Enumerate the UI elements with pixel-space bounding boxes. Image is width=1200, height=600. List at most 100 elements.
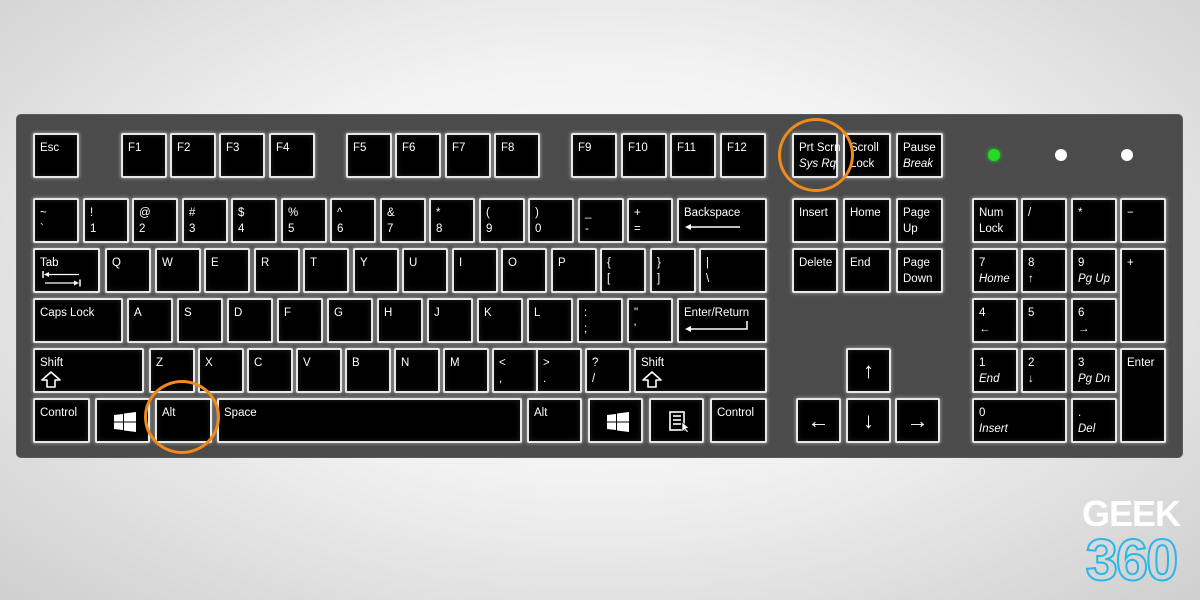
key-num-lock[interactable]: Num Lock	[972, 198, 1018, 243]
key-f1[interactable]: F1	[121, 133, 167, 178]
key-g[interactable]: G	[327, 298, 373, 343]
key-a[interactable]: A	[127, 298, 173, 343]
key-u[interactable]: U	[402, 248, 448, 293]
key-shift-right[interactable]: Shift	[634, 348, 767, 393]
key-f12[interactable]: F12	[720, 133, 766, 178]
key-scroll-lock[interactable]: Scroll Lock	[843, 133, 891, 178]
key-f3[interactable]: F3	[219, 133, 265, 178]
key-windows-right[interactable]	[588, 398, 643, 443]
key-tilde[interactable]: ~ `	[33, 198, 79, 243]
key-b[interactable]: B	[345, 348, 391, 393]
key-r[interactable]: R	[254, 248, 300, 293]
key-numpad-decimal[interactable]: . Del	[1071, 398, 1117, 443]
key-f10[interactable]: F10	[621, 133, 667, 178]
key-f6[interactable]: F6	[395, 133, 441, 178]
key-numpad-8[interactable]: 8 ↑	[1021, 248, 1067, 293]
key-numpad-9[interactable]: 9 Pg Up	[1071, 248, 1117, 293]
key-h[interactable]: H	[377, 298, 423, 343]
key-alt-right[interactable]: Alt	[527, 398, 582, 443]
key-page-down[interactable]: Page Down	[896, 248, 943, 293]
key-space[interactable]: Space	[217, 398, 522, 443]
key-print-screen[interactable]: Prt Scrn Sys Rq	[792, 133, 841, 178]
key-quote[interactable]: " '	[627, 298, 673, 343]
key-n[interactable]: N	[394, 348, 440, 393]
key-backspace[interactable]: Backspace	[677, 198, 767, 243]
key-esc[interactable]: Esc	[33, 133, 79, 178]
key-6[interactable]: ^ 6	[330, 198, 376, 243]
key-z[interactable]: Z	[149, 348, 195, 393]
key-2[interactable]: @2	[132, 198, 178, 243]
key-numpad-minus[interactable]: −	[1120, 198, 1166, 243]
key-numpad-3[interactable]: 3 Pg Dn	[1071, 348, 1117, 393]
key-alt-left[interactable]: Alt	[155, 398, 212, 443]
key-f8[interactable]: F8	[494, 133, 540, 178]
key-arrow-left[interactable]: ←	[796, 398, 841, 443]
key-8[interactable]: * 8	[429, 198, 475, 243]
key-numpad-6[interactable]: 6 →	[1071, 298, 1117, 343]
key-tab[interactable]: Tab	[33, 248, 100, 293]
key-i[interactable]: I	[452, 248, 498, 293]
key-numpad-4[interactable]: 4 ←	[972, 298, 1018, 343]
key-l[interactable]: L	[527, 298, 573, 343]
key-t[interactable]: T	[303, 248, 349, 293]
key-page-up[interactable]: Page Up	[896, 198, 943, 243]
key-f2[interactable]: F2	[170, 133, 216, 178]
key-left-bracket[interactable]: {[	[600, 248, 646, 293]
key-k[interactable]: K	[477, 298, 523, 343]
key-right-bracket[interactable]: }]	[650, 248, 696, 293]
key-numpad-1[interactable]: 1 End	[972, 348, 1018, 393]
key-end[interactable]: End	[843, 248, 891, 293]
key-v[interactable]: V	[296, 348, 342, 393]
key-f5[interactable]: F5	[346, 133, 392, 178]
key-7[interactable]: & 7	[380, 198, 426, 243]
key-slash[interactable]: ? /	[585, 348, 631, 393]
key-backslash[interactable]: | \	[699, 248, 767, 293]
key-caps-lock[interactable]: Caps Lock	[33, 298, 123, 343]
key-x[interactable]: X	[198, 348, 244, 393]
key-numpad-7[interactable]: 7 Home	[972, 248, 1018, 293]
key-control-right[interactable]: Control	[710, 398, 767, 443]
key-j[interactable]: J	[427, 298, 473, 343]
key-numpad-plus[interactable]: +	[1120, 248, 1166, 343]
key-period[interactable]: >.	[536, 348, 582, 393]
key-shift-left[interactable]: Shift	[33, 348, 144, 393]
key-3[interactable]: #3	[182, 198, 228, 243]
key-f7[interactable]: F7	[445, 133, 491, 178]
key-y[interactable]: Y	[353, 248, 399, 293]
key-equals[interactable]: + =	[627, 198, 673, 243]
key-p[interactable]: P	[551, 248, 597, 293]
key-f9[interactable]: F9	[571, 133, 617, 178]
key-numpad-0[interactable]: 0 Insert	[972, 398, 1067, 443]
key-delete[interactable]: Delete	[792, 248, 838, 293]
key-0[interactable]: ) 0	[528, 198, 574, 243]
key-numpad-multiply[interactable]: *	[1071, 198, 1117, 243]
key-o[interactable]: O	[501, 248, 547, 293]
key-menu[interactable]	[649, 398, 704, 443]
key-1[interactable]: ! 1	[83, 198, 129, 243]
key-arrow-up[interactable]: ↑	[846, 348, 891, 393]
key-control-left[interactable]: Control	[33, 398, 90, 443]
key-comma[interactable]: <,	[492, 348, 538, 393]
key-minus[interactable]: _ -	[578, 198, 624, 243]
key-4[interactable]: $4	[231, 198, 277, 243]
key-c[interactable]: C	[247, 348, 293, 393]
key-enter[interactable]: Enter/Return	[677, 298, 767, 343]
key-semicolon[interactable]: :;	[577, 298, 623, 343]
key-pause[interactable]: Pause Break	[896, 133, 943, 178]
key-e[interactable]: E	[204, 248, 250, 293]
key-q[interactable]: Q	[105, 248, 151, 293]
key-m[interactable]: M	[443, 348, 489, 393]
key-f[interactable]: F	[277, 298, 323, 343]
key-home[interactable]: Home	[843, 198, 891, 243]
key-arrow-down[interactable]: ↓	[846, 398, 891, 443]
key-d[interactable]: D	[227, 298, 273, 343]
key-5[interactable]: % 5	[281, 198, 327, 243]
key-numpad-2[interactable]: 2 ↓	[1021, 348, 1067, 393]
key-windows-left[interactable]	[95, 398, 150, 443]
key-arrow-right[interactable]: →	[895, 398, 940, 443]
key-f11[interactable]: F11	[670, 133, 716, 178]
key-numpad-divide[interactable]: /	[1021, 198, 1067, 243]
key-numpad-5[interactable]: 5	[1021, 298, 1067, 343]
key-s[interactable]: S	[177, 298, 223, 343]
key-numpad-enter[interactable]: Enter	[1120, 348, 1166, 443]
